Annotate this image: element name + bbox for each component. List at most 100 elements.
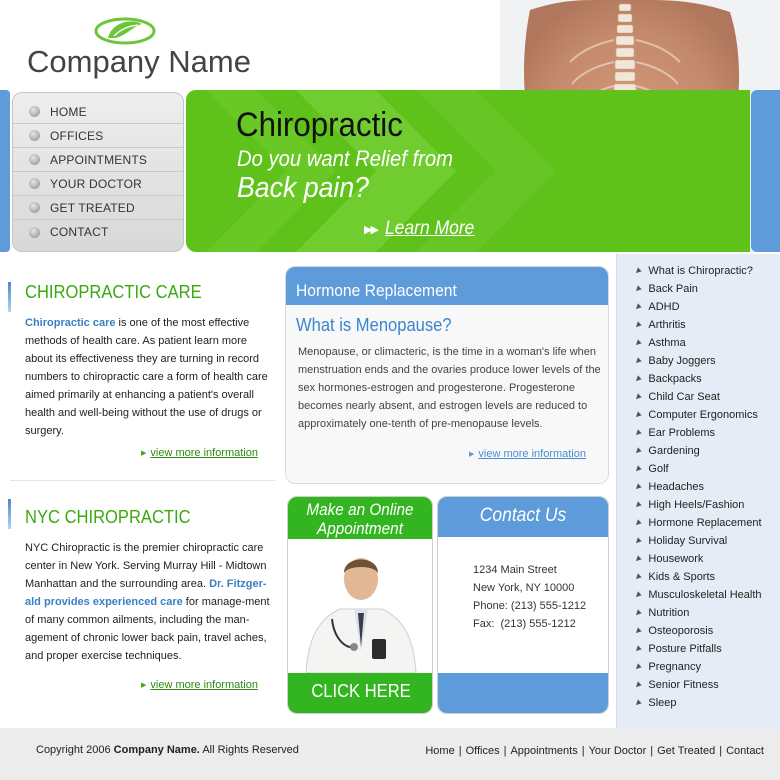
contact-header: Contact Us: [438, 497, 608, 537]
topic-link[interactable]: ◀ Baby Joggers: [617, 352, 780, 370]
topic-label: Headaches: [648, 481, 705, 493]
arrow-icon: ◀: [632, 356, 643, 366]
topic-link[interactable]: ◀ Backpacks: [617, 370, 780, 388]
topic-link[interactable]: ◀ Gardening: [617, 442, 780, 460]
footer-link-home[interactable]: Home: [425, 745, 454, 757]
nav-item-contact[interactable]: CONTACT: [13, 220, 183, 244]
copyright-prefix: Copyright 2006: [36, 744, 114, 756]
arrow-icon: ◀: [632, 608, 643, 618]
footer-link-appointments[interactable]: Appointments: [510, 745, 577, 757]
topic-link[interactable]: ◀ Ear Problems: [617, 424, 780, 442]
nav-label: OFFICES: [50, 128, 104, 143]
doctor-photo: [288, 539, 432, 674]
hero-banner: Chiropractic Do you want Relief from Bac…: [186, 90, 750, 252]
topic-link[interactable]: ◀ Asthma: [617, 334, 780, 352]
topic-label: High Heels/Fashion: [648, 499, 745, 511]
topic-link[interactable]: ◀ Computer Ergonomics: [617, 406, 780, 424]
topic-label: Back Pain: [648, 283, 698, 295]
topic-link[interactable]: ◀ What is Chiropractic?: [617, 262, 780, 280]
topic-label: Osteoporosis: [648, 625, 714, 637]
contact-details: 1234 Main Street New York, NY 10000 Phon…: [473, 561, 586, 633]
topic-link[interactable]: ◀ Osteoporosis: [617, 622, 780, 640]
topic-link[interactable]: ◀ Sleep: [617, 694, 780, 712]
bullet-icon: [29, 226, 40, 238]
topic-link[interactable]: ◀ Pregnancy: [617, 658, 780, 676]
footer-separator: |: [503, 745, 507, 757]
click-here-label: CLICK HERE: [311, 681, 411, 701]
nav-item-your-doctor[interactable]: YOUR DOCTOR: [13, 172, 183, 196]
footer-links: Home | Offices | Appointments | Your Doctor…: [425, 745, 764, 757]
topic-link[interactable]: ◀ Holiday Survival: [617, 532, 780, 550]
topic-link[interactable]: ◀ Nutrition: [617, 604, 780, 622]
topic-label: ADHD: [648, 301, 680, 313]
topic-label: Golf: [648, 463, 669, 475]
click-here-button[interactable]: CLICK HERE: [288, 673, 432, 713]
arrow-icon: ◀: [632, 266, 643, 276]
topic-label: Backpacks: [648, 373, 702, 385]
section-title: CHIROPRACTIC CARE: [25, 282, 202, 302]
arrow-icon: ◀: [632, 698, 643, 708]
topic-link[interactable]: ◀ Kids & Sports: [617, 568, 780, 586]
topic-link[interactable]: ◀ Golf: [617, 460, 780, 478]
topic-label: Housework: [648, 553, 704, 565]
chiropractic-care-section: CHIROPRACTIC CARE Chiropractic care is o…: [8, 282, 270, 440]
double-arrow-icon: ▶▶: [364, 222, 379, 236]
footer-link-your-doctor[interactable]: Your Doctor: [589, 745, 647, 757]
footer: Copyright 2006 Company Name. All Rights …: [0, 728, 780, 780]
view-more-link-care[interactable]: ▶ view more information: [141, 447, 258, 459]
arrow-icon: ◀: [632, 374, 643, 384]
view-more-label: view more information: [150, 679, 258, 691]
arrow-icon: ◀: [632, 302, 643, 312]
divider: [10, 480, 276, 481]
learn-more-link[interactable]: ▶▶ Learn More: [364, 218, 482, 240]
company-name[interactable]: Company Name: [27, 44, 251, 80]
topic-label: What is Chiropractic?: [648, 265, 753, 277]
contact-box: Contact Us 1234 Main Street New York, NY…: [437, 496, 609, 714]
nav-item-home[interactable]: HOME: [13, 100, 183, 124]
topic-label: Asthma: [648, 337, 686, 349]
box-body: Menopause, or climacteric, is the time i…: [298, 346, 601, 430]
view-more-link-nyc[interactable]: ▶ view more information: [141, 679, 258, 691]
arrow-right-icon: ▶: [469, 450, 475, 458]
nav-item-appointments[interactable]: APPOINTMENTS: [13, 148, 183, 172]
topic-link[interactable]: ◀ Child Car Seat: [617, 388, 780, 406]
topic-link[interactable]: ◀ High Heels/Fashion: [617, 496, 780, 514]
arrow-icon: ◀: [632, 626, 643, 636]
nav-label: GET TREATED: [50, 200, 135, 215]
footer-link-contact[interactable]: Contact: [726, 745, 764, 757]
view-more-link-hormone[interactable]: ▶ view more information: [469, 448, 586, 460]
topic-link[interactable]: ◀ Senior Fitness: [617, 676, 780, 694]
bullet-icon: [29, 130, 40, 141]
footer-separator: |: [719, 745, 723, 757]
right-blue-accent: [751, 90, 780, 252]
topic-link[interactable]: ◀ Posture Pitfalls: [617, 640, 780, 658]
copyright: Copyright 2006 Company Name. All Rights …: [36, 744, 299, 756]
topic-link[interactable]: ◀ Arthritis: [617, 316, 780, 334]
topic-link[interactable]: ◀ Back Pain: [617, 280, 780, 298]
appointment-line2: Appointment: [317, 519, 403, 538]
footer-link-get-treated[interactable]: Get Treated: [657, 745, 715, 757]
topic-link[interactable]: ◀ ADHD: [617, 298, 780, 316]
contact-footer-bar: [438, 673, 608, 713]
nav-item-offices[interactable]: OFFICES: [13, 124, 183, 148]
section-body: NYC Chiropractic is the premier chiropra…: [25, 539, 270, 665]
topic-label: Sleep: [648, 697, 677, 709]
appointment-header: Make an Online Appointment: [288, 497, 432, 539]
nav-item-get-treated[interactable]: GET TREATED: [13, 196, 183, 220]
arrow-icon: ◀: [632, 320, 643, 330]
topic-link[interactable]: ◀ Musculoskeletal Health: [617, 586, 780, 604]
footer-link-offices[interactable]: Offices: [466, 745, 500, 757]
page: Company Name Chiropractic Do you want Re…: [0, 0, 780, 780]
arrow-right-icon: ▶: [141, 449, 147, 457]
topic-link[interactable]: ◀ Hormone Replacement: [617, 514, 780, 532]
arrow-icon: ◀: [632, 392, 643, 402]
topic-link[interactable]: ◀ Headaches: [617, 478, 780, 496]
topic-link[interactable]: ◀ Housework: [617, 550, 780, 568]
topic-label: Gardening: [648, 445, 700, 457]
view-more-label: view more information: [150, 447, 258, 459]
topic-label: Kids & Sports: [648, 571, 716, 583]
main-nav: HOME OFFICES APPOINTMENTS YOUR DOCTOR GE…: [12, 92, 184, 252]
appointment-box[interactable]: Make an Online Appointment CLICK HERE: [287, 496, 433, 714]
topic-label: Arthritis: [648, 319, 686, 331]
arrow-icon: ◀: [632, 644, 643, 654]
